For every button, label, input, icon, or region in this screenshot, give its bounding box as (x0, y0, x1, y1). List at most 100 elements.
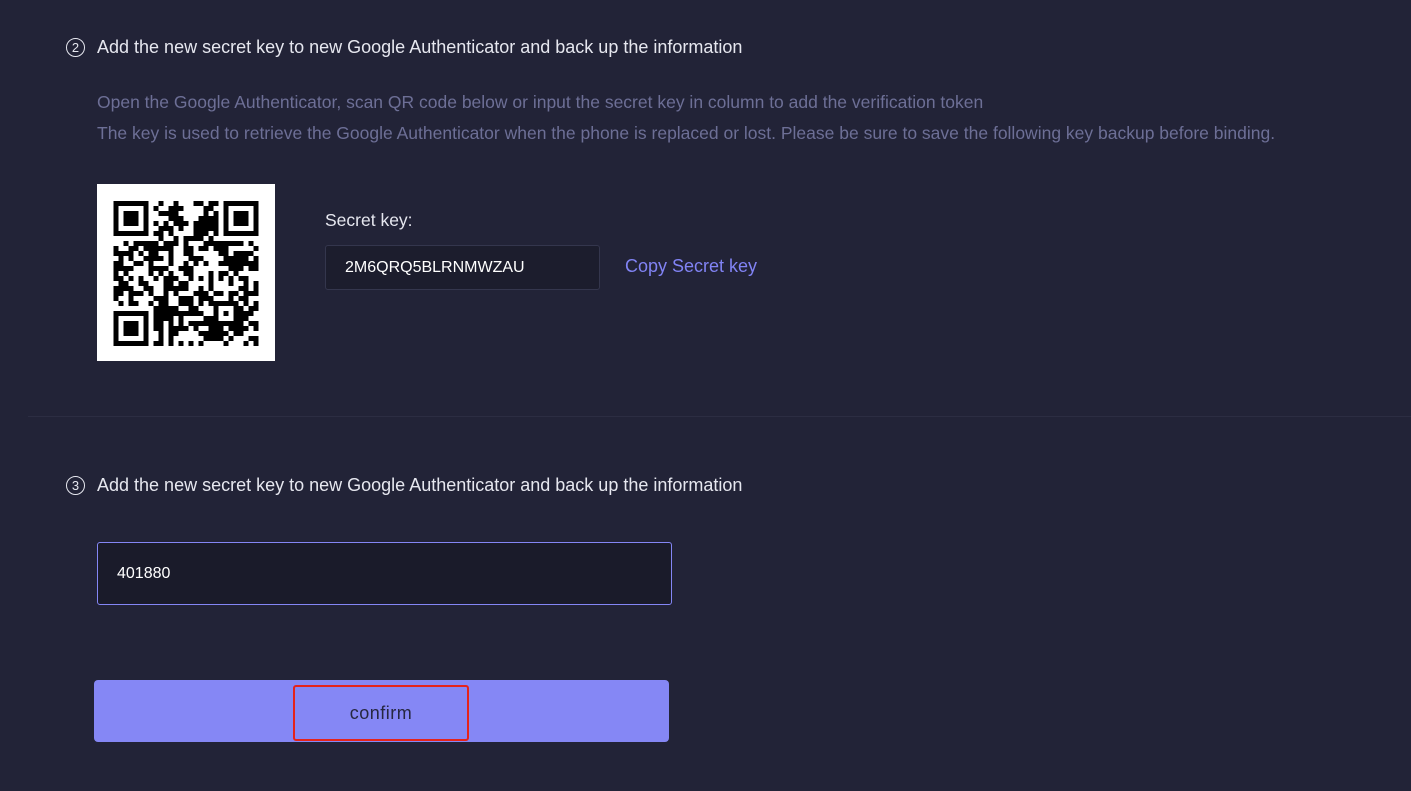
qr-module (143, 231, 149, 236)
verification-code-input[interactable] (97, 542, 672, 605)
qr-module (228, 321, 234, 326)
qr-module (233, 301, 239, 306)
qr-module (143, 341, 149, 346)
qr-module (128, 326, 134, 331)
qr-module (118, 291, 124, 296)
qr-module (218, 246, 224, 251)
qr-module (253, 286, 259, 291)
qr-module (243, 201, 249, 206)
qr-module (193, 261, 199, 266)
qr-module (143, 246, 149, 251)
qr-module (123, 231, 129, 236)
qr-module (248, 266, 254, 271)
qr-module (153, 326, 159, 331)
qr-module (143, 331, 149, 336)
qr-module (203, 321, 209, 326)
qr-module (163, 306, 169, 311)
qr-module (133, 321, 139, 326)
qr-module (118, 276, 124, 281)
section-divider (28, 416, 1411, 417)
qr-module (178, 281, 184, 286)
qr-module (218, 276, 224, 281)
qr-module (188, 296, 194, 301)
qr-module (208, 226, 214, 231)
secret-key-field[interactable]: 2M6QRQ5BLRNMWZAU (325, 245, 600, 290)
qr-module (193, 291, 199, 296)
qr-module (113, 331, 119, 336)
qr-module (133, 326, 139, 331)
qr-module (253, 231, 259, 236)
qr-module (178, 311, 184, 316)
qr-module (128, 311, 134, 316)
qr-module (228, 266, 234, 271)
qr-module (223, 341, 229, 346)
qr-module (158, 316, 164, 321)
qr-module (233, 331, 239, 336)
qr-module (208, 336, 214, 341)
qr-module (173, 286, 179, 291)
qr-module (113, 201, 119, 206)
qr-module (158, 236, 164, 241)
qr-module (243, 231, 249, 236)
qr-module (138, 261, 144, 266)
qr-module (233, 261, 239, 266)
qr-module (218, 336, 224, 341)
qr-module (213, 301, 219, 306)
qr-module (253, 301, 259, 306)
qr-module (173, 236, 179, 241)
qr-module (218, 291, 224, 296)
qr-module (168, 321, 174, 326)
qr-module (158, 326, 164, 331)
qr-module (203, 216, 209, 221)
qr-module (153, 311, 159, 316)
qr-module (228, 301, 234, 306)
qr-module (203, 261, 209, 266)
qr-module (133, 216, 139, 221)
qr-module (188, 246, 194, 251)
qr-module (118, 261, 124, 266)
qr-module (148, 261, 154, 266)
qr-module (143, 201, 149, 206)
qr-module (203, 206, 209, 211)
qr-module (168, 216, 174, 221)
qr-module (223, 221, 229, 226)
qr-module (193, 321, 199, 326)
qr-module (238, 251, 244, 256)
qr-code-image (97, 184, 275, 361)
qr-module (253, 221, 259, 226)
qr-module (133, 291, 139, 296)
qr-module (228, 336, 234, 341)
qr-module (163, 296, 169, 301)
qr-module (168, 206, 174, 211)
qr-module (243, 316, 249, 321)
qr-module (198, 231, 204, 236)
qr-module (173, 331, 179, 336)
qr-module (123, 221, 129, 226)
qr-module (153, 221, 159, 226)
qr-module (148, 291, 154, 296)
qr-module (198, 216, 204, 221)
copy-secret-key-link[interactable]: Copy Secret key (625, 256, 757, 277)
step-2-title-text: Add the new secret key to new Google Aut… (97, 36, 743, 57)
qr-module (243, 326, 249, 331)
qr-module (228, 281, 234, 286)
qr-module (163, 246, 169, 251)
qr-module (193, 231, 199, 236)
qr-module (238, 211, 244, 216)
qr-module (198, 296, 204, 301)
qr-module (218, 326, 224, 331)
confirm-button[interactable] (94, 680, 669, 742)
qr-module (183, 236, 189, 241)
qr-module (173, 326, 179, 331)
qr-module (168, 311, 174, 316)
qr-module (113, 251, 119, 256)
qr-module (253, 291, 259, 296)
qr-module (218, 331, 224, 336)
qr-module (178, 286, 184, 291)
qr-module (168, 326, 174, 331)
qr-module (133, 331, 139, 336)
qr-module (143, 326, 149, 331)
qr-module (233, 321, 239, 326)
qr-module (113, 211, 119, 216)
qr-module (213, 311, 219, 316)
